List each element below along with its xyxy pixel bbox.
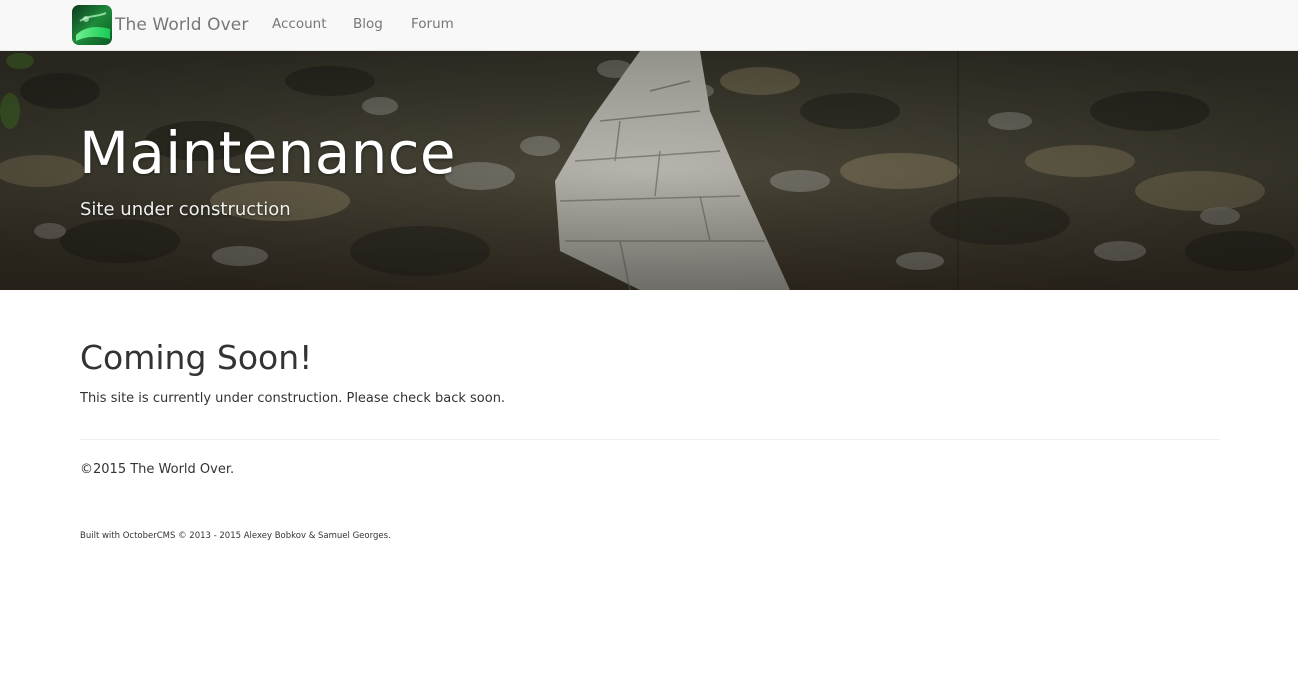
nav-link-blog[interactable]: Blog — [353, 16, 383, 32]
brand-name: The World Over — [115, 15, 249, 35]
brand-link[interactable]: The World Over — [72, 5, 248, 45]
footer-divider — [80, 439, 1220, 440]
footer-copyright: ©2015 The World Over. — [80, 462, 235, 477]
hero-banner: Maintenance Site under construction — [0, 51, 1298, 290]
nav-link-account[interactable]: Account — [272, 16, 327, 32]
footer-built-with: Built with OctoberCMS © 2013 - 2015 Alex… — [80, 531, 391, 541]
top-navbar: The World Over Account Blog Forum — [0, 0, 1298, 51]
hero-title: Maintenance — [79, 119, 456, 187]
hero-subtitle: Site under construction — [80, 199, 291, 220]
leaf-logo-icon — [72, 5, 112, 45]
nav-link-forum[interactable]: Forum — [411, 16, 454, 32]
construction-message: This site is currently under constructio… — [80, 391, 506, 406]
page-heading: Coming Soon! — [80, 338, 313, 377]
